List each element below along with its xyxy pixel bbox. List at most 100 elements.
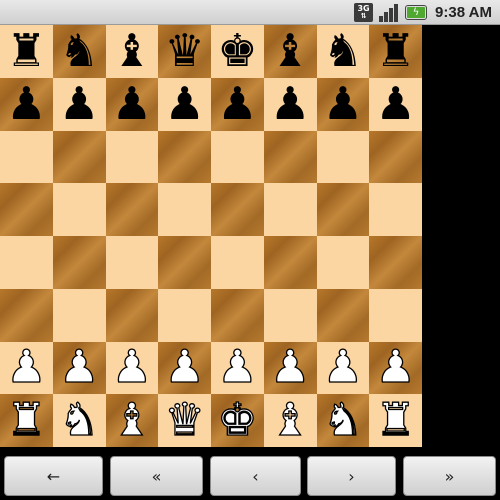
square-h1[interactable]: ♜ [369,394,422,447]
square-g5[interactable] [316,183,370,236]
white-pawn-icon[interactable]: ♟ [6,344,48,390]
square-g1[interactable]: ♞ [316,394,370,447]
black-bishop-icon[interactable]: ♝ [270,28,310,73]
square-e3[interactable] [211,288,264,342]
square-f8[interactable]: ♝ [263,25,317,78]
square-f4[interactable] [263,236,317,289]
chess-board[interactable]: ♜ ♞ ♝ ♛ ♚ ♝ ♞ ♜ ♟ ♟ ♟ ♟ ♟ ♟ ♟ ♟ ♟ ♟ ♟ ♟ ♟ ♟ ♟ ♟ ♜ ♞ ♝ ♛ ♚ ♝ ♞ ♜ [0,25,422,447]
black-pawn-icon[interactable]: ♟ [323,81,363,126]
square-b8[interactable]: ♞ [52,25,106,78]
square-e2[interactable]: ♟ [211,341,264,395]
square-d4[interactable] [158,236,211,289]
black-pawn-icon[interactable]: ♟ [6,81,46,126]
square-d8[interactable]: ♛ [158,25,211,78]
square-g3[interactable] [316,288,370,342]
square-e5[interactable] [211,183,264,236]
black-pawn-icon[interactable]: ♟ [112,81,152,126]
square-g7[interactable]: ♟ [316,77,370,131]
black-pawn-icon[interactable]: ♟ [270,81,310,126]
white-pawn-icon[interactable]: ♟ [217,344,259,390]
square-h6[interactable] [369,130,422,184]
step-forward-button[interactable]: › [307,456,396,496]
white-bishop-icon[interactable]: ♝ [269,396,311,442]
black-rook-icon[interactable]: ♜ [375,28,415,73]
black-pawn-icon[interactable]: ♟ [164,81,204,126]
square-b5[interactable] [52,183,106,236]
square-h8[interactable]: ♜ [369,25,422,78]
square-f5[interactable] [263,183,317,236]
white-king-icon[interactable]: ♚ [217,396,259,442]
white-pawn-icon[interactable]: ♟ [269,344,311,390]
square-b2[interactable]: ♟ [52,341,106,395]
square-a8[interactable]: ♜ [0,25,53,78]
square-c2[interactable]: ♟ [105,341,159,395]
square-c8[interactable]: ♝ [105,25,159,78]
black-queen-icon[interactable]: ♛ [164,28,204,73]
white-pawn-icon[interactable]: ♟ [322,344,364,390]
square-e8[interactable]: ♚ [211,25,264,78]
square-e7[interactable]: ♟ [211,77,264,131]
square-g8[interactable]: ♞ [316,25,370,78]
white-knight-icon[interactable]: ♞ [322,396,364,442]
square-b3[interactable] [52,288,106,342]
square-c1[interactable]: ♝ [105,394,159,447]
fast-forward-button[interactable]: » [403,456,496,496]
black-knight-icon[interactable]: ♞ [59,28,99,73]
square-d1[interactable]: ♛ [158,394,211,447]
square-f2[interactable]: ♟ [263,341,317,395]
white-pawn-icon[interactable]: ♟ [111,344,153,390]
square-b6[interactable] [52,130,106,184]
go-to-start-button[interactable]: ← [4,456,103,496]
square-f7[interactable]: ♟ [263,77,317,131]
square-a1[interactable]: ♜ [0,394,53,447]
square-f6[interactable] [263,130,317,184]
square-e1[interactable]: ♚ [211,394,264,447]
white-pawn-icon[interactable]: ♟ [375,344,417,390]
square-c7[interactable]: ♟ [105,77,159,131]
white-pawn-icon[interactable]: ♟ [164,344,206,390]
square-h5[interactable] [369,183,422,236]
black-pawn-icon[interactable]: ♟ [375,81,415,126]
square-d3[interactable] [158,288,211,342]
square-h2[interactable]: ♟ [369,341,422,395]
square-f1[interactable]: ♝ [263,394,317,447]
square-c5[interactable] [105,183,159,236]
white-queen-icon[interactable]: ♛ [164,396,206,442]
square-a3[interactable] [0,288,53,342]
black-pawn-icon[interactable]: ♟ [217,81,257,126]
square-d2[interactable]: ♟ [158,341,211,395]
square-e4[interactable] [211,236,264,289]
white-knight-icon[interactable]: ♞ [58,396,100,442]
square-h4[interactable] [369,236,422,289]
square-a2[interactable]: ♟ [0,341,53,395]
square-b1[interactable]: ♞ [52,394,106,447]
square-d6[interactable] [158,130,211,184]
black-pawn-icon[interactable]: ♟ [59,81,99,126]
square-g4[interactable] [316,236,370,289]
square-a4[interactable] [0,236,53,289]
square-b7[interactable]: ♟ [52,77,106,131]
square-a5[interactable] [0,183,53,236]
square-c3[interactable] [105,288,159,342]
white-bishop-icon[interactable]: ♝ [111,396,153,442]
square-d7[interactable]: ♟ [158,77,211,131]
white-rook-icon[interactable]: ♜ [6,396,48,442]
square-g6[interactable] [316,130,370,184]
white-pawn-icon[interactable]: ♟ [58,344,100,390]
square-a7[interactable]: ♟ [0,77,53,131]
square-h7[interactable]: ♟ [369,77,422,131]
square-c4[interactable] [105,236,159,289]
square-h3[interactable] [369,288,422,342]
white-rook-icon[interactable]: ♜ [375,396,417,442]
fast-back-button[interactable]: « [110,456,203,496]
square-b4[interactable] [52,236,106,289]
square-f3[interactable] [263,288,317,342]
square-e6[interactable] [211,130,264,184]
square-c6[interactable] [105,130,159,184]
square-d5[interactable] [158,183,211,236]
black-bishop-icon[interactable]: ♝ [112,28,152,73]
square-a6[interactable] [0,130,53,184]
black-king-icon[interactable]: ♚ [217,28,257,73]
black-rook-icon[interactable]: ♜ [6,28,46,73]
black-knight-icon[interactable]: ♞ [323,28,363,73]
